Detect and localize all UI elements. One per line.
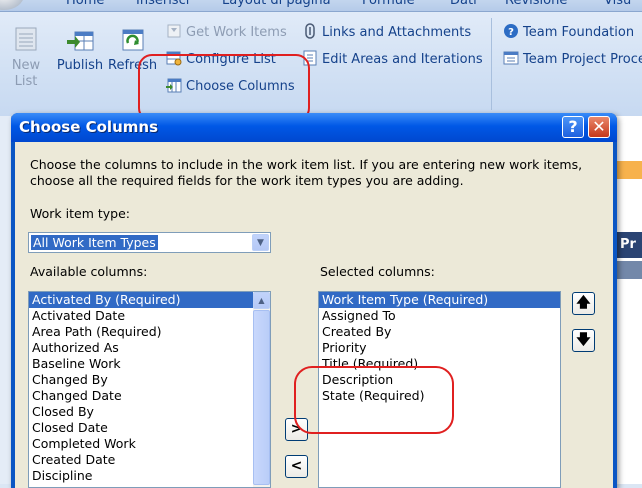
- remove-column-button[interactable]: <: [285, 455, 308, 478]
- selected-column-header: [616, 161, 642, 179]
- choose-columns-dialog: Choose Columns ? ✕ Choose the columns to…: [11, 113, 617, 488]
- edit-areas-and-iterations-label: Edit Areas and Iterations: [322, 52, 483, 67]
- links-icon: [305, 23, 315, 39]
- list-item[interactable]: Work Item Type (Required): [319, 292, 560, 308]
- list-item[interactable]: Changed By: [29, 372, 270, 388]
- list-item[interactable]: Created Date: [29, 452, 270, 468]
- tab-dati[interactable]: Dati: [450, 0, 477, 8]
- available-columns-scrollbar[interactable]: ▲: [253, 292, 270, 487]
- move-down-button[interactable]: 🡇: [572, 329, 595, 352]
- list-item[interactable]: Assigned To: [319, 308, 560, 324]
- highlight-annotation-ribbon: [138, 54, 310, 122]
- tab-home[interactable]: Home: [66, 0, 104, 8]
- list-item[interactable]: Activated By (Required): [29, 292, 270, 308]
- list-item[interactable]: Closed Date: [29, 420, 270, 436]
- move-up-button[interactable]: 🡅: [572, 292, 595, 315]
- tab-layout[interactable]: Layout di pagina: [222, 0, 331, 8]
- get-work-items-label: Get Work Items: [186, 25, 287, 40]
- get-work-items-button[interactable]: Get Work Items: [166, 23, 287, 43]
- ribbon: Home Inserisci Layout di pagina Formule …: [0, 0, 642, 122]
- links-and-attachments-label: Links and Attachments: [322, 25, 472, 40]
- list-item[interactable]: Priority: [319, 340, 560, 356]
- ribbon-group-separator: [491, 18, 492, 110]
- list-item[interactable]: Area Path (Required): [29, 324, 270, 340]
- team-project-process-button[interactable]: Team Project Proce: [503, 50, 642, 70]
- help-button[interactable]: ?: [562, 116, 584, 138]
- worksheet-right-edge: Pr: [616, 116, 642, 484]
- work-item-type-select[interactable]: All Work Item Types ▼: [28, 232, 271, 253]
- get-work-items-icon: [167, 24, 181, 38]
- team-foundation-icon: ?: [504, 24, 518, 38]
- tab-visualizza[interactable]: Visu: [604, 0, 631, 8]
- available-columns-label: Available columns:: [30, 264, 148, 279]
- table-row-band: [616, 261, 642, 279]
- scrollbar-thumb[interactable]: [253, 310, 270, 485]
- tab-formule[interactable]: Formule: [362, 0, 415, 8]
- highlight-annotation-list: [294, 366, 454, 434]
- dialog-client-area: Choose the columns to include in the wor…: [15, 142, 613, 488]
- tab-inserisci[interactable]: Inserisci: [136, 0, 189, 8]
- work-item-type-value: All Work Item Types: [31, 235, 158, 250]
- new-list-button[interactable]: New List: [6, 24, 46, 104]
- list-item[interactable]: Authorized As: [29, 340, 270, 356]
- edit-areas-and-iterations-button[interactable]: Edit Areas and Iterations: [302, 50, 483, 70]
- chevron-down-icon[interactable]: ▼: [252, 234, 269, 251]
- scroll-up-icon[interactable]: ▲: [253, 292, 270, 309]
- list-item[interactable]: Activated Date: [29, 308, 270, 324]
- office-button[interactable]: [0, 0, 24, 10]
- svg-text:?: ?: [508, 27, 514, 38]
- ribbon-tabs: Home Inserisci Layout di pagina Formule …: [0, 0, 642, 12]
- refresh-icon: [122, 29, 144, 51]
- list-item[interactable]: Baseline Work: [29, 356, 270, 372]
- publish-icon: [67, 31, 94, 51]
- list-item[interactable]: Completed Work: [29, 436, 270, 452]
- list-item[interactable]: Created By: [319, 324, 560, 340]
- publish-label: Publish: [56, 58, 104, 73]
- work-item-type-label: Work item type:: [30, 206, 130, 221]
- instructions-text: Choose the columns to include in the wor…: [30, 157, 583, 188]
- tab-revisione[interactable]: Revisione: [505, 0, 567, 8]
- list-item[interactable]: Discipline: [29, 468, 270, 484]
- links-and-attachments-button[interactable]: Links and Attachments: [302, 23, 471, 43]
- table-header-cell: Pr: [616, 232, 642, 258]
- dialog-title: Choose Columns: [19, 118, 158, 136]
- close-button[interactable]: ✕: [588, 116, 610, 138]
- selected-columns-label: Selected columns:: [320, 264, 435, 279]
- new-list-icon: [15, 27, 37, 51]
- team-project-process-label: Team Project Proce: [523, 52, 642, 67]
- team-project-icon: [503, 51, 519, 65]
- list-item[interactable]: Changed Date: [29, 388, 270, 404]
- publish-button[interactable]: Publish: [55, 24, 105, 104]
- list-item[interactable]: Closed By: [29, 404, 270, 420]
- available-columns-list[interactable]: Activated By (Required) Activated Date A…: [28, 291, 271, 488]
- dialog-titlebar[interactable]: Choose Columns ? ✕: [11, 113, 617, 142]
- new-list-label: New List: [11, 58, 41, 89]
- team-foundation-button[interactable]: ? Team Foundation: [503, 23, 634, 43]
- team-foundation-label: Team Foundation: [523, 25, 635, 40]
